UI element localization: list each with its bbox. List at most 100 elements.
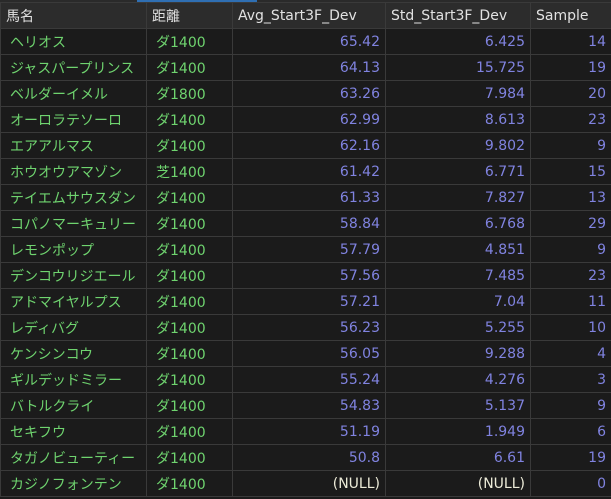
avg-cell[interactable]: 61.42 [232, 158, 386, 185]
horse-name-cell[interactable]: タガノビューティー [0, 444, 147, 471]
std-cell[interactable]: 4.851 [385, 236, 531, 263]
std-cell[interactable]: 6.771 [385, 158, 531, 185]
avg-cell[interactable]: 61.33 [232, 184, 386, 211]
avg-cell[interactable]: 50.8 [232, 444, 386, 471]
sample-cell[interactable]: 20 [530, 80, 611, 107]
table-row[interactable]: ヘリオス ダ1400 65.42 6.425 14 [0, 28, 611, 55]
sample-cell[interactable]: 29 [530, 210, 611, 237]
horse-name-cell[interactable]: バトルクライ [0, 392, 147, 419]
distance-cell[interactable]: ダ1400 [146, 418, 233, 445]
std-cell[interactable]: 7.485 [385, 262, 531, 289]
distance-cell[interactable]: ダ1400 [146, 106, 233, 133]
horse-name-cell[interactable]: ベルダーイメル [0, 80, 147, 107]
table-row[interactable]: アドマイヤルプス ダ1400 57.21 7.04 11 [0, 288, 611, 315]
distance-cell[interactable]: ダ1400 [146, 366, 233, 393]
horse-name-cell[interactable]: アドマイヤルプス [0, 288, 147, 315]
avg-cell[interactable]: 55.24 [232, 366, 386, 393]
distance-cell[interactable]: ダ1400 [146, 314, 233, 341]
sample-cell[interactable]: 19 [530, 54, 611, 81]
sample-cell[interactable]: 19 [530, 444, 611, 471]
horse-name-cell[interactable]: コパノマーキュリー [0, 210, 147, 237]
std-cell[interactable]: 7.827 [385, 184, 531, 211]
horse-name-cell[interactable]: オーロラテソーロ [0, 106, 147, 133]
std-cell[interactable]: 9.802 [385, 132, 531, 159]
distance-cell[interactable]: ダ1800 [146, 80, 233, 107]
distance-cell[interactable]: ダ1400 [146, 392, 233, 419]
horse-name-cell[interactable]: テイエムサウスダン [0, 184, 147, 211]
std-cell[interactable]: 6.425 [385, 28, 531, 55]
horse-name-cell[interactable]: レモンポップ [0, 236, 147, 263]
std-cell[interactable]: 8.613 [385, 106, 531, 133]
distance-cell[interactable]: ダ1400 [146, 54, 233, 81]
sample-cell[interactable]: 0 [530, 470, 611, 497]
sample-cell[interactable]: 4 [530, 340, 611, 367]
sample-cell[interactable]: 23 [530, 106, 611, 133]
table-row[interactable]: ギルデッドミラー ダ1400 55.24 4.276 3 [0, 366, 611, 393]
column-header-sample[interactable]: Sample [530, 2, 611, 29]
column-header-distance[interactable]: 距離 [146, 2, 233, 29]
horse-name-cell[interactable]: セキフウ [0, 418, 147, 445]
std-cell[interactable]: 7.04 [385, 288, 531, 315]
std-cell[interactable]: 1.949 [385, 418, 531, 445]
horse-name-cell[interactable]: レディバグ [0, 314, 147, 341]
sample-cell[interactable]: 6 [530, 418, 611, 445]
avg-cell[interactable]: 56.05 [232, 340, 386, 367]
distance-cell[interactable]: ダ1400 [146, 340, 233, 367]
horse-name-cell[interactable]: ギルデッドミラー [0, 366, 147, 393]
table-row[interactable]: タガノビューティー ダ1400 50.8 6.61 19 [0, 444, 611, 471]
sample-cell[interactable]: 3 [530, 366, 611, 393]
column-header-std-start3f-dev[interactable]: Std_Start3F_Dev [385, 2, 531, 29]
table-row[interactable]: ベルダーイメル ダ1800 63.26 7.984 20 [0, 80, 611, 107]
avg-cell[interactable]: 65.42 [232, 28, 386, 55]
sample-cell[interactable]: 14 [530, 28, 611, 55]
table-row[interactable]: ホウオウアマゾン 芝1400 61.42 6.771 15 [0, 158, 611, 185]
distance-cell[interactable]: ダ1400 [146, 28, 233, 55]
avg-cell[interactable]: 57.79 [232, 236, 386, 263]
avg-cell[interactable]: 56.23 [232, 314, 386, 341]
avg-cell[interactable]: 64.13 [232, 54, 386, 81]
std-cell[interactable]: 15.725 [385, 54, 531, 81]
sample-cell[interactable]: 13 [530, 184, 611, 211]
horse-name-cell[interactable]: ホウオウアマゾン [0, 158, 147, 185]
distance-cell[interactable]: 芝1400 [146, 158, 233, 185]
table-row[interactable]: ケンシンコウ ダ1400 56.05 9.288 4 [0, 340, 611, 367]
horse-name-cell[interactable]: ジャスパープリンス [0, 54, 147, 81]
sample-cell[interactable]: 15 [530, 158, 611, 185]
table-row[interactable]: カジノフォンテン ダ1400 (NULL) (NULL) 0 [0, 470, 611, 497]
column-header-horse-name[interactable]: 馬名 [0, 2, 147, 29]
column-header-avg-start3f-dev[interactable]: Avg_Start3F_Dev [232, 2, 386, 29]
std-cell[interactable]: (NULL) [385, 470, 531, 497]
sample-cell[interactable]: 9 [530, 392, 611, 419]
table-row[interactable]: デンコウリジエール ダ1400 57.56 7.485 23 [0, 262, 611, 289]
table-row[interactable]: コパノマーキュリー ダ1400 58.84 6.768 29 [0, 210, 611, 237]
std-cell[interactable]: 7.984 [385, 80, 531, 107]
avg-cell[interactable]: 54.83 [232, 392, 386, 419]
avg-cell[interactable]: 57.56 [232, 262, 386, 289]
table-row[interactable]: オーロラテソーロ ダ1400 62.99 8.613 23 [0, 106, 611, 133]
std-cell[interactable]: 9.288 [385, 340, 531, 367]
avg-cell[interactable]: 62.99 [232, 106, 386, 133]
avg-cell[interactable]: 58.84 [232, 210, 386, 237]
distance-cell[interactable]: ダ1400 [146, 288, 233, 315]
distance-cell[interactable]: ダ1400 [146, 210, 233, 237]
sample-cell[interactable]: 23 [530, 262, 611, 289]
table-row[interactable]: セキフウ ダ1400 51.19 1.949 6 [0, 418, 611, 445]
horse-name-cell[interactable]: エアアルマス [0, 132, 147, 159]
std-cell[interactable]: 6.61 [385, 444, 531, 471]
table-row[interactable]: レモンポップ ダ1400 57.79 4.851 9 [0, 236, 611, 263]
avg-cell[interactable]: 62.16 [232, 132, 386, 159]
sample-cell[interactable]: 9 [530, 132, 611, 159]
horse-name-cell[interactable]: ケンシンコウ [0, 340, 147, 367]
distance-cell[interactable]: ダ1400 [146, 184, 233, 211]
table-row[interactable]: エアアルマス ダ1400 62.16 9.802 9 [0, 132, 611, 159]
table-row[interactable]: テイエムサウスダン ダ1400 61.33 7.827 13 [0, 184, 611, 211]
std-cell[interactable]: 5.255 [385, 314, 531, 341]
horse-name-cell[interactable]: カジノフォンテン [0, 470, 147, 497]
horse-name-cell[interactable]: ヘリオス [0, 28, 147, 55]
table-row[interactable]: レディバグ ダ1400 56.23 5.255 10 [0, 314, 611, 341]
std-cell[interactable]: 4.276 [385, 366, 531, 393]
std-cell[interactable]: 6.768 [385, 210, 531, 237]
table-row[interactable]: バトルクライ ダ1400 54.83 5.137 9 [0, 392, 611, 419]
sample-cell[interactable]: 10 [530, 314, 611, 341]
horse-name-cell[interactable]: デンコウリジエール [0, 262, 147, 289]
